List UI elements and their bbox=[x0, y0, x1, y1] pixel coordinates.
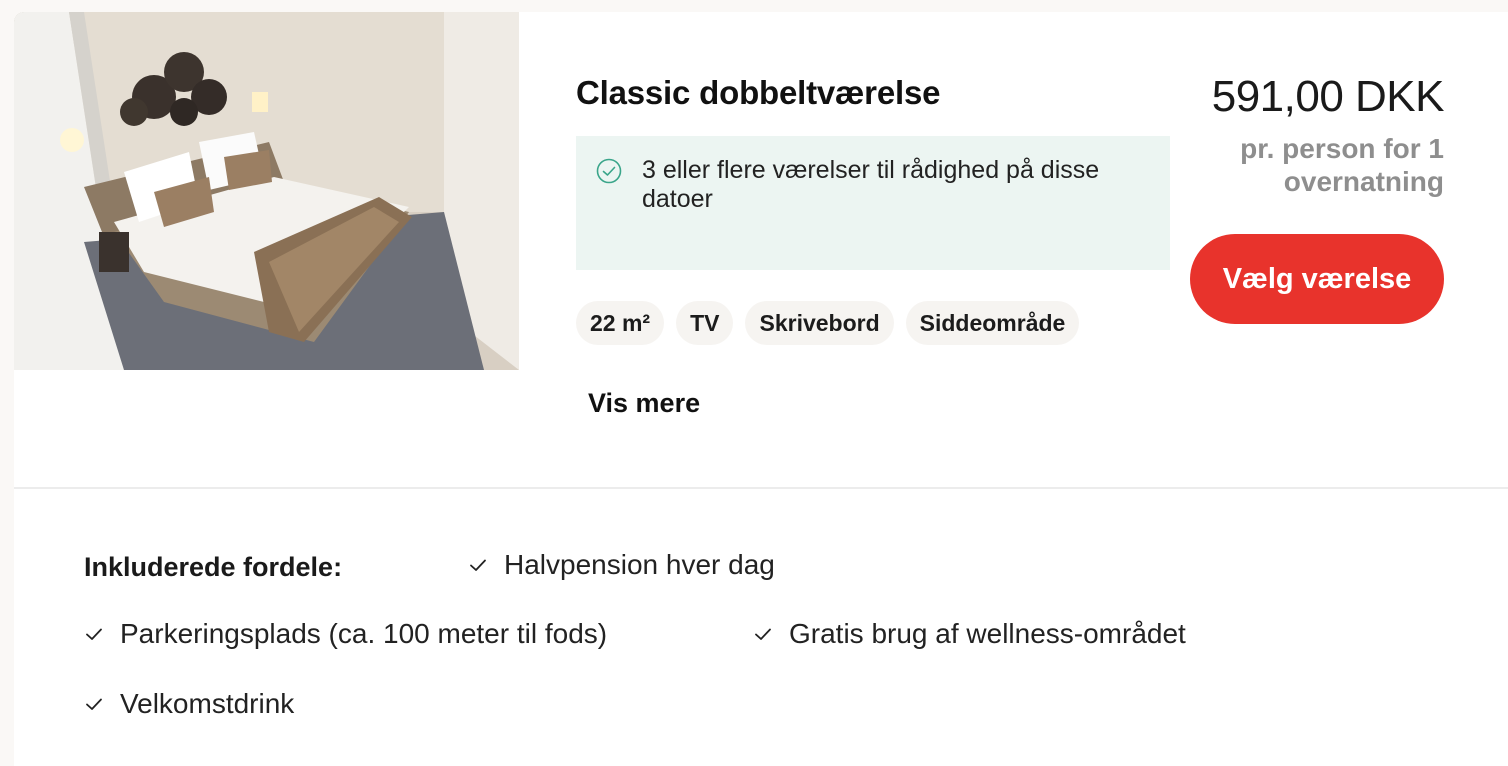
checkmark-icon bbox=[86, 698, 102, 710]
feature-list: 22 m² TV Skrivebord Siddeområde bbox=[576, 301, 1080, 345]
room-card: Classic dobbeltværelse 3 eller flere vær… bbox=[14, 12, 1508, 766]
availability-text: 3 eller flere værelser til rådighed på d… bbox=[642, 156, 1100, 213]
feature-chip-seating: Siddeområde bbox=[905, 301, 1080, 345]
room-price: 591,00 DKK bbox=[1211, 72, 1445, 121]
section-divider bbox=[14, 487, 1508, 489]
benefit-text: Halvpension hver dag bbox=[504, 549, 775, 580]
feature-chip-size: 22 m² bbox=[576, 301, 665, 345]
checkmark-icon bbox=[470, 559, 486, 571]
benefit-item: Parkeringsplads (ca. 100 meter til fods) bbox=[84, 618, 607, 650]
feature-chip-desk: Skrivebord bbox=[745, 301, 894, 345]
check-circle-icon bbox=[596, 158, 622, 184]
benefit-text: Parkeringsplads (ca. 100 meter til fods) bbox=[120, 618, 608, 649]
benefits-label: Inkluderede fordele: bbox=[84, 552, 343, 582]
feature-chip-tv: TV bbox=[676, 301, 734, 345]
benefit-text: Gratis brug af wellness-området bbox=[789, 618, 1186, 649]
availability-notice: 3 eller flere værelser til rådighed på d… bbox=[576, 136, 1170, 270]
show-more-link[interactable]: Vis mere bbox=[588, 388, 700, 419]
benefit-item: Velkomstdrink bbox=[84, 688, 294, 720]
room-title: Classic dobbeltværelse bbox=[576, 74, 941, 111]
room-photo[interactable] bbox=[14, 12, 519, 370]
select-room-button[interactable]: Vælg værelse bbox=[1190, 234, 1444, 324]
checkmark-icon bbox=[86, 628, 102, 640]
benefit-item: Halvpension hver dag bbox=[468, 549, 775, 581]
benefit-text: Velkomstdrink bbox=[120, 688, 295, 719]
room-photo-image bbox=[14, 12, 519, 370]
price-note: pr. person for 1 overnatning bbox=[1240, 133, 1444, 197]
benefit-item: Gratis brug af wellness-området bbox=[753, 618, 1186, 650]
checkmark-icon bbox=[755, 628, 771, 640]
